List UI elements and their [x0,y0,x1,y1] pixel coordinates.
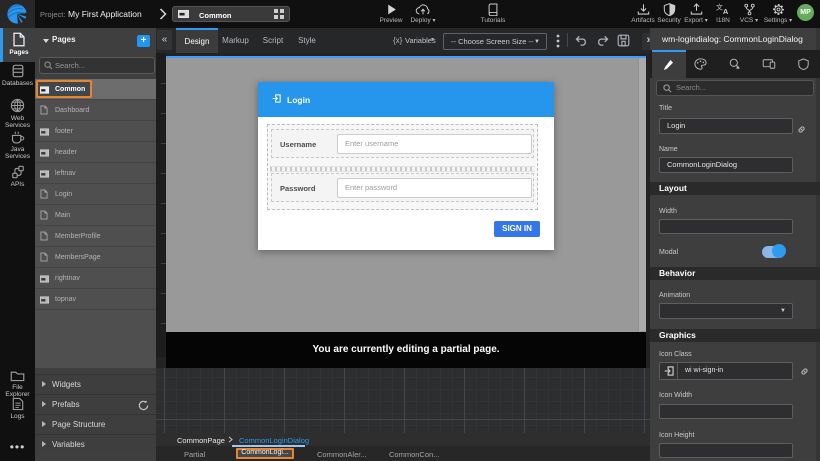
svg-text:文: 文 [716,3,723,12]
svg-text:A: A [722,7,728,16]
